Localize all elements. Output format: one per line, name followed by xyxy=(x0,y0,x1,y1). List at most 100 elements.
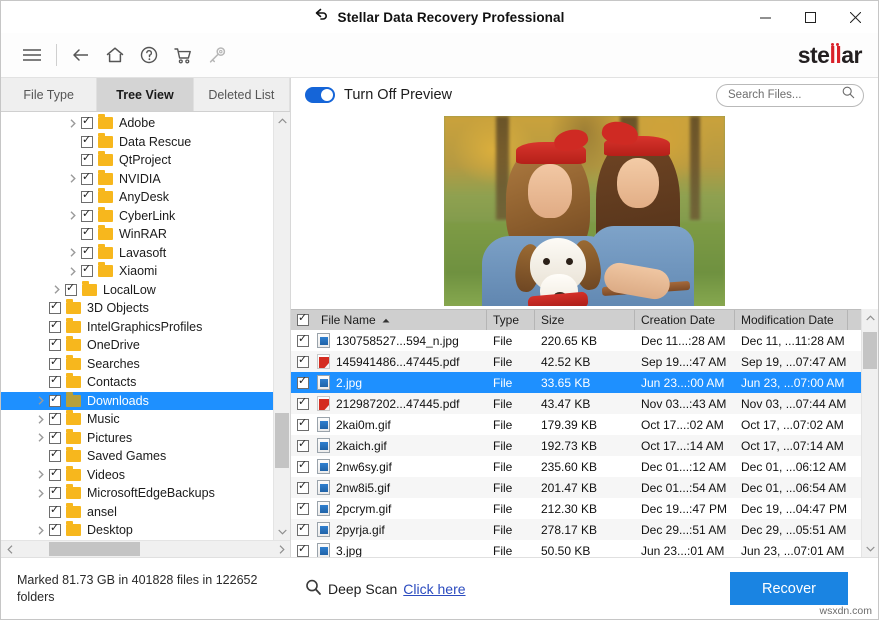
tree-item-anydesk[interactable]: AnyDesk xyxy=(1,188,273,207)
chevron-right-icon[interactable] xyxy=(65,119,81,128)
tree-scroll-right-arrow[interactable] xyxy=(273,541,290,557)
chevron-right-icon[interactable] xyxy=(33,415,49,424)
tree-item-checkbox[interactable] xyxy=(49,376,61,388)
tree-item-music[interactable]: Music xyxy=(1,410,273,429)
tree-item-ansel[interactable]: ansel xyxy=(1,503,273,522)
help-icon[interactable] xyxy=(132,38,166,72)
table-vertical-scrollbar[interactable] xyxy=(861,309,878,557)
tree-item-nvidia[interactable]: NVIDIA xyxy=(1,170,273,189)
tree-item-checkbox[interactable] xyxy=(49,339,61,351)
table-row[interactable]: 2pcrym.gifFile212.30 KBDec 19...:47 PMDe… xyxy=(291,498,861,519)
tab-deleted-list[interactable]: Deleted List xyxy=(194,78,290,111)
tree-scroll-thumb[interactable] xyxy=(275,413,289,468)
chevron-right-icon[interactable] xyxy=(65,211,81,220)
tree-item-checkbox[interactable] xyxy=(49,450,61,462)
tree-scroll-down-arrow[interactable] xyxy=(274,523,290,540)
tree-item-pictures[interactable]: Pictures xyxy=(1,429,273,448)
search-input[interactable] xyxy=(728,89,842,101)
tree-item-onedrive[interactable]: OneDrive xyxy=(1,336,273,355)
tree-item-locallow[interactable]: LocalLow xyxy=(1,281,273,300)
tree-item-checkbox[interactable] xyxy=(49,302,61,314)
tree-horizontal-scrollbar[interactable] xyxy=(1,540,290,557)
tree-scroll-up-arrow[interactable] xyxy=(274,112,290,129)
tree-item-cyberlink[interactable]: CyberLink xyxy=(1,207,273,226)
row-checkbox[interactable] xyxy=(297,398,309,410)
row-checkbox[interactable] xyxy=(297,545,309,557)
row-checkbox[interactable] xyxy=(297,440,309,452)
tab-file-type[interactable]: File Type xyxy=(1,78,97,111)
key-icon[interactable] xyxy=(200,38,234,72)
tree-item-checkbox[interactable] xyxy=(49,395,61,407)
preview-toggle[interactable] xyxy=(305,87,335,103)
tree-item-checkbox[interactable] xyxy=(49,506,61,518)
tree-item-winrar[interactable]: WinRAR xyxy=(1,225,273,244)
tree-item-checkbox[interactable] xyxy=(49,469,61,481)
table-scroll-thumb[interactable] xyxy=(863,332,877,368)
table-row[interactable]: 2.jpgFile33.65 KBJun 23...:00 AMJun 23, … xyxy=(291,372,861,393)
tree-hscroll-thumb[interactable] xyxy=(49,542,141,556)
table-row[interactable]: 2nw6sy.gifFile235.60 KBDec 01...:12 AMDe… xyxy=(291,456,861,477)
column-header-modification-date[interactable]: Modification Date xyxy=(735,310,848,331)
tree-item-checkbox[interactable] xyxy=(81,247,93,259)
column-header-file-name[interactable]: File Name xyxy=(291,310,487,331)
table-row[interactable]: 3.jpgFile50.50 KBJun 23...:01 AMJun 23, … xyxy=(291,540,861,557)
tree-item-intelgraphicsprofiles[interactable]: IntelGraphicsProfiles xyxy=(1,318,273,337)
tree-item-lavasoft[interactable]: Lavasoft xyxy=(1,244,273,263)
tree-item-xiaomi[interactable]: Xiaomi xyxy=(1,262,273,281)
column-header-type[interactable]: Type xyxy=(487,310,535,331)
search-files-box[interactable] xyxy=(716,84,864,107)
chevron-right-icon[interactable] xyxy=(65,174,81,183)
row-checkbox[interactable] xyxy=(297,335,309,347)
tree-item-contacts[interactable]: Contacts xyxy=(1,373,273,392)
chevron-right-icon[interactable] xyxy=(49,285,65,294)
tree-item-checkbox[interactable] xyxy=(81,154,93,166)
table-row[interactable]: 212987202...47445.pdfFile43.47 KBNov 03.… xyxy=(291,393,861,414)
tree-item-checkbox[interactable] xyxy=(65,284,77,296)
tree-item-checkbox[interactable] xyxy=(49,321,61,333)
tree-item-checkbox[interactable] xyxy=(49,358,61,370)
table-row[interactable]: 2kai0m.gifFile179.39 KBOct 17...:02 AMOc… xyxy=(291,414,861,435)
tree-item-checkbox[interactable] xyxy=(81,191,93,203)
table-scroll-track[interactable] xyxy=(862,326,878,540)
close-button[interactable] xyxy=(833,1,878,33)
tree-item-searches[interactable]: Searches xyxy=(1,355,273,374)
tree-item-checkbox[interactable] xyxy=(81,173,93,185)
tree-item-microsoftedgebackups[interactable]: MicrosoftEdgeBackups xyxy=(1,484,273,503)
maximize-button[interactable] xyxy=(788,1,833,33)
hamburger-menu-icon[interactable] xyxy=(15,38,49,72)
recover-button[interactable]: Recover xyxy=(730,572,848,605)
row-checkbox[interactable] xyxy=(297,356,309,368)
table-row[interactable]: 2kaich.gifFile192.73 KBOct 17...:14 AMOc… xyxy=(291,435,861,456)
tree-item-qtproject[interactable]: QtProject xyxy=(1,151,273,170)
chevron-right-icon[interactable] xyxy=(33,526,49,535)
tree-scroll-left-arrow[interactable] xyxy=(1,541,18,557)
tree-item-checkbox[interactable] xyxy=(49,524,61,536)
table-scroll-down-arrow[interactable] xyxy=(862,540,878,557)
table-row[interactable]: 2pyrja.gifFile278.17 KBDec 29...:51 AMDe… xyxy=(291,519,861,540)
chevron-right-icon[interactable] xyxy=(33,433,49,442)
chevron-right-icon[interactable] xyxy=(65,248,81,257)
column-header-creation-date[interactable]: Creation Date xyxy=(635,310,735,331)
home-icon[interactable] xyxy=(98,38,132,72)
tree-item-downloads[interactable]: Downloads xyxy=(1,392,273,411)
minimize-button[interactable] xyxy=(743,1,788,33)
folder-tree[interactable]: AdobeData RescueQtProjectNVIDIAAnyDeskCy… xyxy=(1,112,273,540)
tree-item-3d-objects[interactable]: 3D Objects xyxy=(1,299,273,318)
tree-item-checkbox[interactable] xyxy=(81,265,93,277)
cart-icon[interactable] xyxy=(166,38,200,72)
row-checkbox[interactable] xyxy=(297,461,309,473)
tree-item-checkbox[interactable] xyxy=(81,136,93,148)
table-row[interactable]: 2nw8i5.gifFile201.47 KBDec 01...:54 AMDe… xyxy=(291,477,861,498)
file-table-body[interactable]: 130758527...594_n.jpgFile220.65 KBDec 11… xyxy=(291,330,861,557)
row-checkbox[interactable] xyxy=(297,503,309,515)
tab-tree-view[interactable]: Tree View xyxy=(97,78,193,111)
table-scroll-up-arrow[interactable] xyxy=(862,309,878,326)
tree-item-checkbox[interactable] xyxy=(81,210,93,222)
tree-item-saved-games[interactable]: Saved Games xyxy=(1,447,273,466)
row-checkbox[interactable] xyxy=(297,524,309,536)
table-row[interactable]: 130758527...594_n.jpgFile220.65 KBDec 11… xyxy=(291,330,861,351)
back-arrow-icon[interactable] xyxy=(64,38,98,72)
tree-item-adobe[interactable]: Adobe xyxy=(1,114,273,133)
chevron-right-icon[interactable] xyxy=(65,267,81,276)
tree-hscroll-track[interactable] xyxy=(18,541,273,557)
